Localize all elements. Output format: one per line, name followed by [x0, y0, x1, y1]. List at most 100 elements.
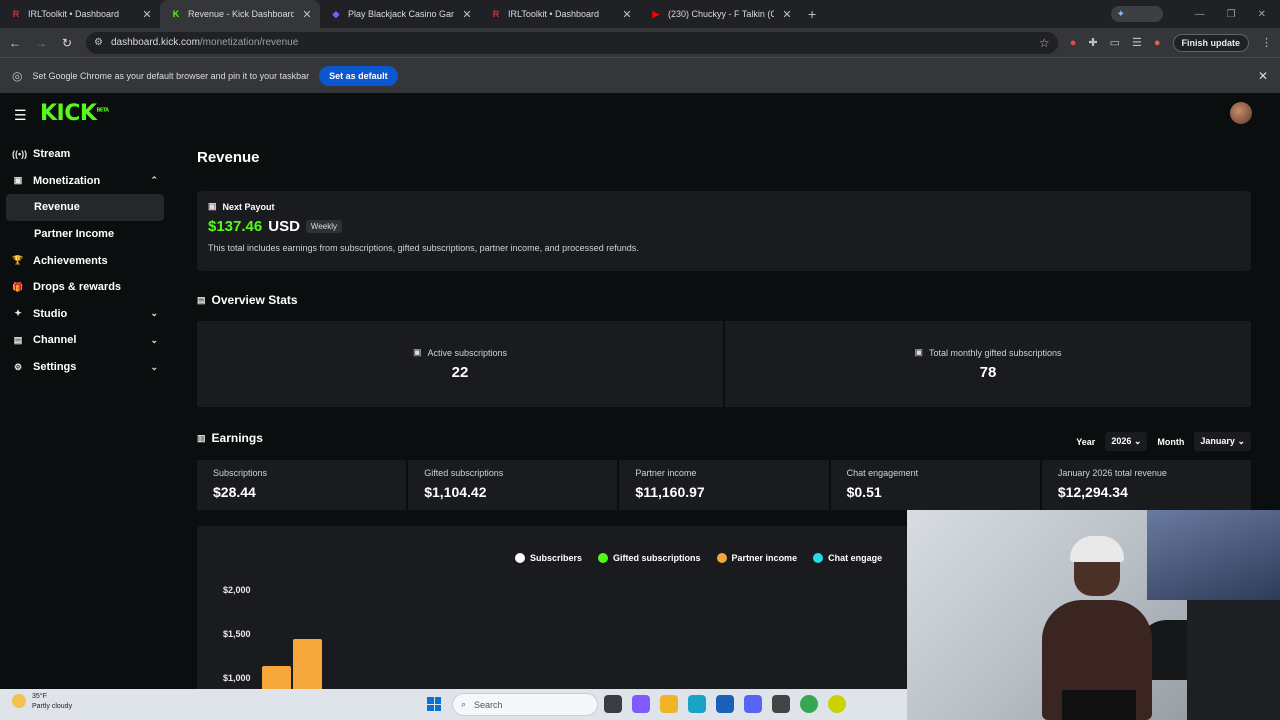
sidebar-item-monetization[interactable]: ▣ Monetization ⌃ — [6, 168, 164, 195]
chart-legend: Subscribers Gifted subscriptions Partner i… — [515, 553, 882, 563]
tab-close-icon[interactable]: ✕ — [620, 8, 634, 21]
sidebar-item-revenue[interactable]: Revenue — [6, 194, 164, 221]
sidebar-item-label: Revenue — [34, 201, 80, 214]
browser-tab[interactable]: K Revenue - Kick Dashboard ✕ — [160, 0, 320, 28]
month-select[interactable]: January ⌄ — [1194, 432, 1251, 451]
y-tick-label: $1,500 — [223, 629, 251, 639]
back-icon[interactable]: ← — [8, 36, 22, 50]
monetization-icon: ▣ — [13, 175, 23, 186]
sidebar-item-stream[interactable]: ((•)) Stream — [6, 141, 164, 168]
file-explorer-icon[interactable] — [660, 695, 678, 713]
site-settings-icon[interactable]: ⚙ — [94, 37, 103, 48]
chevron-up-icon[interactable]: ⌃ — [150, 175, 158, 186]
legend-swatch — [813, 553, 824, 563]
month-label: Month — [1157, 436, 1185, 447]
legend-item[interactable]: Partner income — [716, 553, 798, 563]
browser-tab[interactable]: ◆ Play Blackjack Casino Games | S ✕ — [320, 0, 480, 28]
menu-kebab-icon[interactable]: ⋮ — [1261, 36, 1272, 49]
user-avatar[interactable] — [1230, 102, 1252, 124]
chevron-down-icon[interactable]: ⌄ — [150, 335, 158, 346]
browser-tab[interactable]: R IRLToolkit • Dashboard ✕ — [0, 0, 160, 28]
tab-title: (230) Chuckyy - F Talkin (Officia — [668, 9, 774, 19]
sidebar-item-label: Monetization — [33, 174, 101, 187]
tab-search-icon[interactable]: ☰ — [1132, 36, 1142, 49]
maximize-icon[interactable]: ❐ — [1227, 9, 1236, 20]
gemini-pill[interactable]: ✦ — [1110, 6, 1163, 22]
store-icon[interactable] — [716, 695, 734, 713]
sidebar-item-drops-rewards[interactable]: 🎁 Drops & rewards — [6, 274, 164, 301]
earnings-label: Gifted subscriptions — [424, 468, 504, 478]
windows-start-icon[interactable] — [427, 697, 441, 711]
extensions-puzzle-icon[interactable]: ✚ — [1088, 36, 1097, 49]
legend-label: Partner income — [731, 553, 798, 563]
kick-logo[interactable]: KICKBETA — [40, 101, 109, 126]
broadcast-icon: ((•)) — [12, 149, 28, 160]
sidebar-item-achievements[interactable]: 🏆 Achievements — [6, 247, 164, 274]
logo-text: KICK — [40, 101, 97, 126]
stat-card: ▣ Total monthly gifted subscriptions 78 — [725, 321, 1251, 407]
browser-tab[interactable]: R IRLToolkit • Dashboard ✕ — [480, 0, 640, 28]
weather-widget[interactable]: 35°F Partly cloudy — [12, 692, 72, 712]
payout-currency: USD — [268, 218, 300, 235]
earnings-value: $12,294.34 — [1057, 484, 1128, 500]
earnings-card: Gifted subscriptions $1,104.42 — [408, 460, 618, 510]
earnings-card: Partner income $11,160.97 — [619, 460, 829, 510]
next-payout-card: ▣ Next Payout $137.46 USD Weekly This tot… — [197, 191, 1251, 271]
set-default-button[interactable]: Set as default — [319, 65, 398, 86]
earnings-label: January 2026 total revenue — [1057, 468, 1167, 478]
legend-item[interactable]: Subscribers — [515, 553, 582, 563]
new-tab-button[interactable]: + — [808, 6, 816, 22]
close-window-icon[interactable]: ✕ — [1258, 9, 1266, 20]
tab-close-icon[interactable]: ✕ — [300, 8, 314, 21]
tab-close-icon[interactable]: ✕ — [460, 8, 474, 21]
chrome-taskbar-icon[interactable] — [800, 695, 818, 713]
reload-icon[interactable]: ↻ — [60, 36, 74, 50]
infobar-close-icon[interactable]: ✕ — [1258, 69, 1268, 83]
chevron-down-icon[interactable]: ⌄ — [150, 362, 158, 373]
earnings-value: $11,160.97 — [635, 484, 705, 500]
edge-icon[interactable] — [688, 695, 706, 713]
copilot-icon[interactable] — [632, 695, 650, 713]
earnings-value: $0.51 — [846, 484, 882, 500]
profile-icon[interactable]: ● — [1154, 37, 1161, 49]
finish-update-button[interactable]: Finish update — [1172, 33, 1249, 52]
tab-close-icon[interactable]: ✕ — [140, 8, 154, 21]
legend-item[interactable]: Chat engage — [813, 553, 882, 563]
channel-icon: ▤ — [13, 334, 23, 345]
discord-icon[interactable] — [744, 695, 762, 713]
weather-desc: Partly cloudy — [32, 703, 73, 710]
media-icon[interactable]: ▭ — [1110, 36, 1120, 49]
app-icon[interactable] — [772, 695, 790, 713]
sidebar-item-label: Studio — [33, 307, 68, 320]
omnibox[interactable]: ⚙ dashboard.kick.com/monetization/revenu… — [86, 31, 1058, 54]
search-icon: ⌕ — [461, 699, 467, 709]
sidebar-item-partner-income[interactable]: Partner Income — [6, 221, 164, 248]
legend-item[interactable]: Gifted subscriptions — [598, 553, 701, 563]
earnings-value: $1,104.42 — [424, 484, 487, 500]
extension-icon[interactable]: ● — [1070, 37, 1077, 49]
tab-close-icon[interactable]: ✕ — [780, 8, 794, 21]
studio-icon: ✦ — [14, 308, 22, 319]
forward-icon[interactable]: → — [34, 36, 48, 50]
sidebar-item-settings[interactable]: ⚙ Settings ⌄ — [6, 354, 164, 381]
year-select[interactable]: 2026 ⌄ — [1105, 432, 1148, 451]
stats-icon: ▤ — [197, 294, 206, 305]
sidebar-item-channel[interactable]: ▤ Channel ⌄ — [6, 327, 164, 354]
sidebar-item-studio[interactable]: ✦ Studio ⌄ — [6, 301, 164, 328]
logo-beta-tag: BETA — [96, 107, 109, 114]
tab-favicon-icon: K — [172, 9, 180, 19]
stat-card: ▣ Active subscriptions 22 — [197, 321, 723, 407]
address-bar-row: ← → ↻ ⚙ dashboard.kick.com/monetization/… — [0, 28, 1280, 57]
browser-tab[interactable]: ▶ (230) Chuckyy - F Talkin (Officia ✕ — [640, 0, 800, 28]
bookmark-star-icon[interactable]: ☆ — [1039, 36, 1050, 50]
task-view-icon[interactable] — [604, 695, 622, 713]
legend-swatch — [716, 553, 727, 563]
app-icon-2[interactable] — [828, 695, 846, 713]
y-tick-label: $2,000 — [223, 585, 251, 595]
hamburger-menu-icon[interactable]: ☰ — [14, 107, 27, 124]
taskbar-search[interactable]: ⌕ Search — [452, 693, 598, 716]
minimize-icon[interactable]: — — [1195, 9, 1205, 20]
taskbar-apps — [604, 695, 846, 713]
bar-partner-income[interactable] — [293, 639, 322, 696]
chevron-down-icon[interactable]: ⌄ — [150, 308, 158, 319]
